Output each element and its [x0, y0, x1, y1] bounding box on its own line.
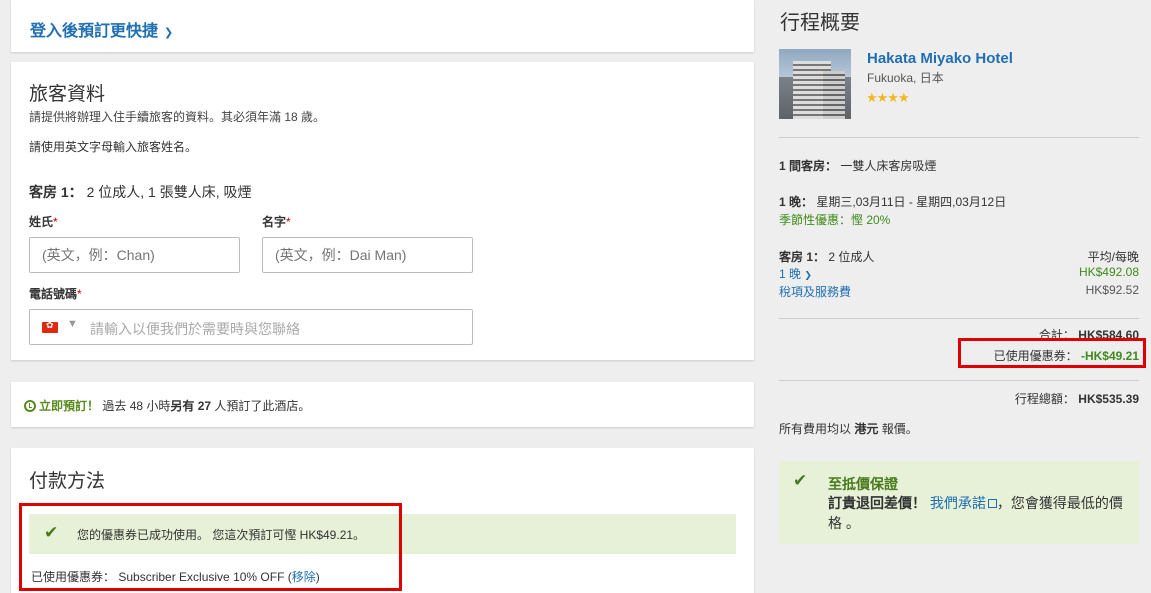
coupon-name: Subscriber Exclusive 10% OFF [118, 570, 285, 584]
hotel-location: Fukuoka, 日本 [867, 71, 944, 85]
notice-text: 過去 48 小時 [102, 399, 171, 413]
login-link[interactable]: 登入後預訂更快捷 ❯ [30, 17, 173, 41]
lastname-input[interactable] [29, 237, 240, 273]
traveler-info-card: 旅客資料 請提供將辦理入住手續旅客的資料。其必須年滿 18 歲。 請使用英文字母… [11, 62, 754, 360]
payment-card: 付款方法 ✔ 您的優惠券已成功使用。 您這次預訂可慳 HK$49.21。 已使用… [11, 448, 754, 593]
coupon-used-label: 已使用優惠券： [31, 570, 116, 584]
guarantee-text: 訂貴退回差價！ 我們承諾 ，您會獲得最低的價格 。 [828, 495, 1123, 531]
login-banner: 登入後預訂更快捷 ❯ [11, 0, 754, 52]
tax-link[interactable]: 稅項及服務費 [779, 283, 851, 300]
room-label: 客房 1： [29, 184, 83, 200]
divider [779, 137, 1139, 138]
booking-notice-card: 立即預訂！ 過去 48 小時另有 27 人預訂了此酒店。 [11, 382, 754, 427]
summary-title: 行程概要 [780, 10, 860, 34]
firstname-label: 名字* [262, 215, 291, 229]
room-count-line: 1 間客房： 一雙人床客房吸煙 [779, 159, 937, 173]
chevron-down-icon: ❯ [164, 27, 174, 39]
tax-price: HK$92.52 [1085, 283, 1139, 297]
hotel-photo[interactable] [779, 49, 851, 119]
hotel-name-link[interactable]: Hakata Miyako Hotel [867, 50, 1013, 67]
seasonal-discount: 季節性優惠：慳 20% [779, 213, 891, 227]
nightly-price: HK$492.08 [1078, 265, 1139, 279]
firstname-input[interactable] [262, 237, 473, 273]
room1-line: 客房 1： 2 位成人 [779, 250, 875, 264]
name-note: 請使用英文字母輸入旅客姓名。 [29, 140, 198, 154]
subtotal-line: 合計： HK$584.60 [1038, 328, 1139, 342]
divider [779, 380, 1139, 381]
room-desc: 2 位成人, 1 張雙人床, 吸煙 [86, 184, 252, 200]
total-line: 行程總額： HK$535.39 [1014, 392, 1139, 406]
phone-label: 電話號碼* [29, 287, 82, 301]
book-now-label: 立即預訂！ [39, 399, 100, 413]
lastname-label: 姓氏* [29, 215, 58, 229]
coupon-success-message: 您的優惠券已成功使用。 您這次預訂可慳 HK$49.21。 [77, 528, 366, 542]
currency-note: 所有費用均以 港元 報價。 [779, 422, 918, 436]
phone-field[interactable]: ▼ 請輸入以便我們於需要時與您聯絡 [29, 309, 473, 345]
phone-placeholder[interactable]: 請輸入以便我們於需要時與您聯絡 [90, 319, 300, 339]
payment-title: 付款方法 [29, 470, 106, 492]
chevron-down-icon: ❯ [804, 270, 812, 280]
traveler-title: 旅客資料 [29, 83, 106, 105]
star-rating-icon: ★★★★ [866, 90, 910, 105]
clock-icon [24, 400, 36, 412]
promise-link[interactable]: 我們承諾 [930, 495, 997, 511]
external-link-icon [987, 499, 997, 508]
hong-kong-flag-icon[interactable] [42, 320, 58, 333]
check-icon: ✔ [44, 523, 59, 542]
divider [779, 318, 1139, 319]
notice-count: 另有 27 [170, 399, 212, 413]
chevron-down-icon[interactable]: ▼ [67, 318, 78, 330]
booking-notice: 立即預訂！ 過去 48 小時另有 27 人預訂了此酒店。 [24, 397, 310, 414]
check-icon: ✔ [793, 471, 808, 490]
price-guarantee-box: ✔ 至抵價保證 訂貴退回差價！ 我們承諾 ，您會獲得最低的價格 。 [779, 461, 1139, 544]
login-label: 登入後預訂更快捷 [30, 23, 159, 40]
coupon-discount-line: 已使用優惠券： -HK$49.21 [993, 349, 1139, 363]
avg-label: 平均/每晚 [1087, 250, 1139, 264]
remove-coupon-link[interactable]: 移除 [292, 570, 316, 584]
nights-toggle[interactable]: 1 晚 ❯ [779, 265, 812, 282]
traveler-note: 請提供將辦理入住手續旅客的資料。其必須年滿 18 歲。 [29, 110, 326, 124]
guarantee-title: 至抵價保證 [828, 476, 898, 492]
nights-line: 1 晚： 星期三,03月11日 - 星期四,03月12日 [779, 195, 1007, 209]
coupon-used-line: 已使用優惠券： Subscriber Exclusive 10% OFF (移除… [31, 570, 320, 584]
notice-text-end: 人預訂了此酒店。 [214, 399, 311, 413]
coupon-success-alert: ✔ 您的優惠券已成功使用。 您這次預訂可慳 HK$49.21。 [29, 514, 736, 554]
room-line: 客房 1： 2 位成人, 1 張雙人床, 吸煙 [29, 182, 252, 202]
